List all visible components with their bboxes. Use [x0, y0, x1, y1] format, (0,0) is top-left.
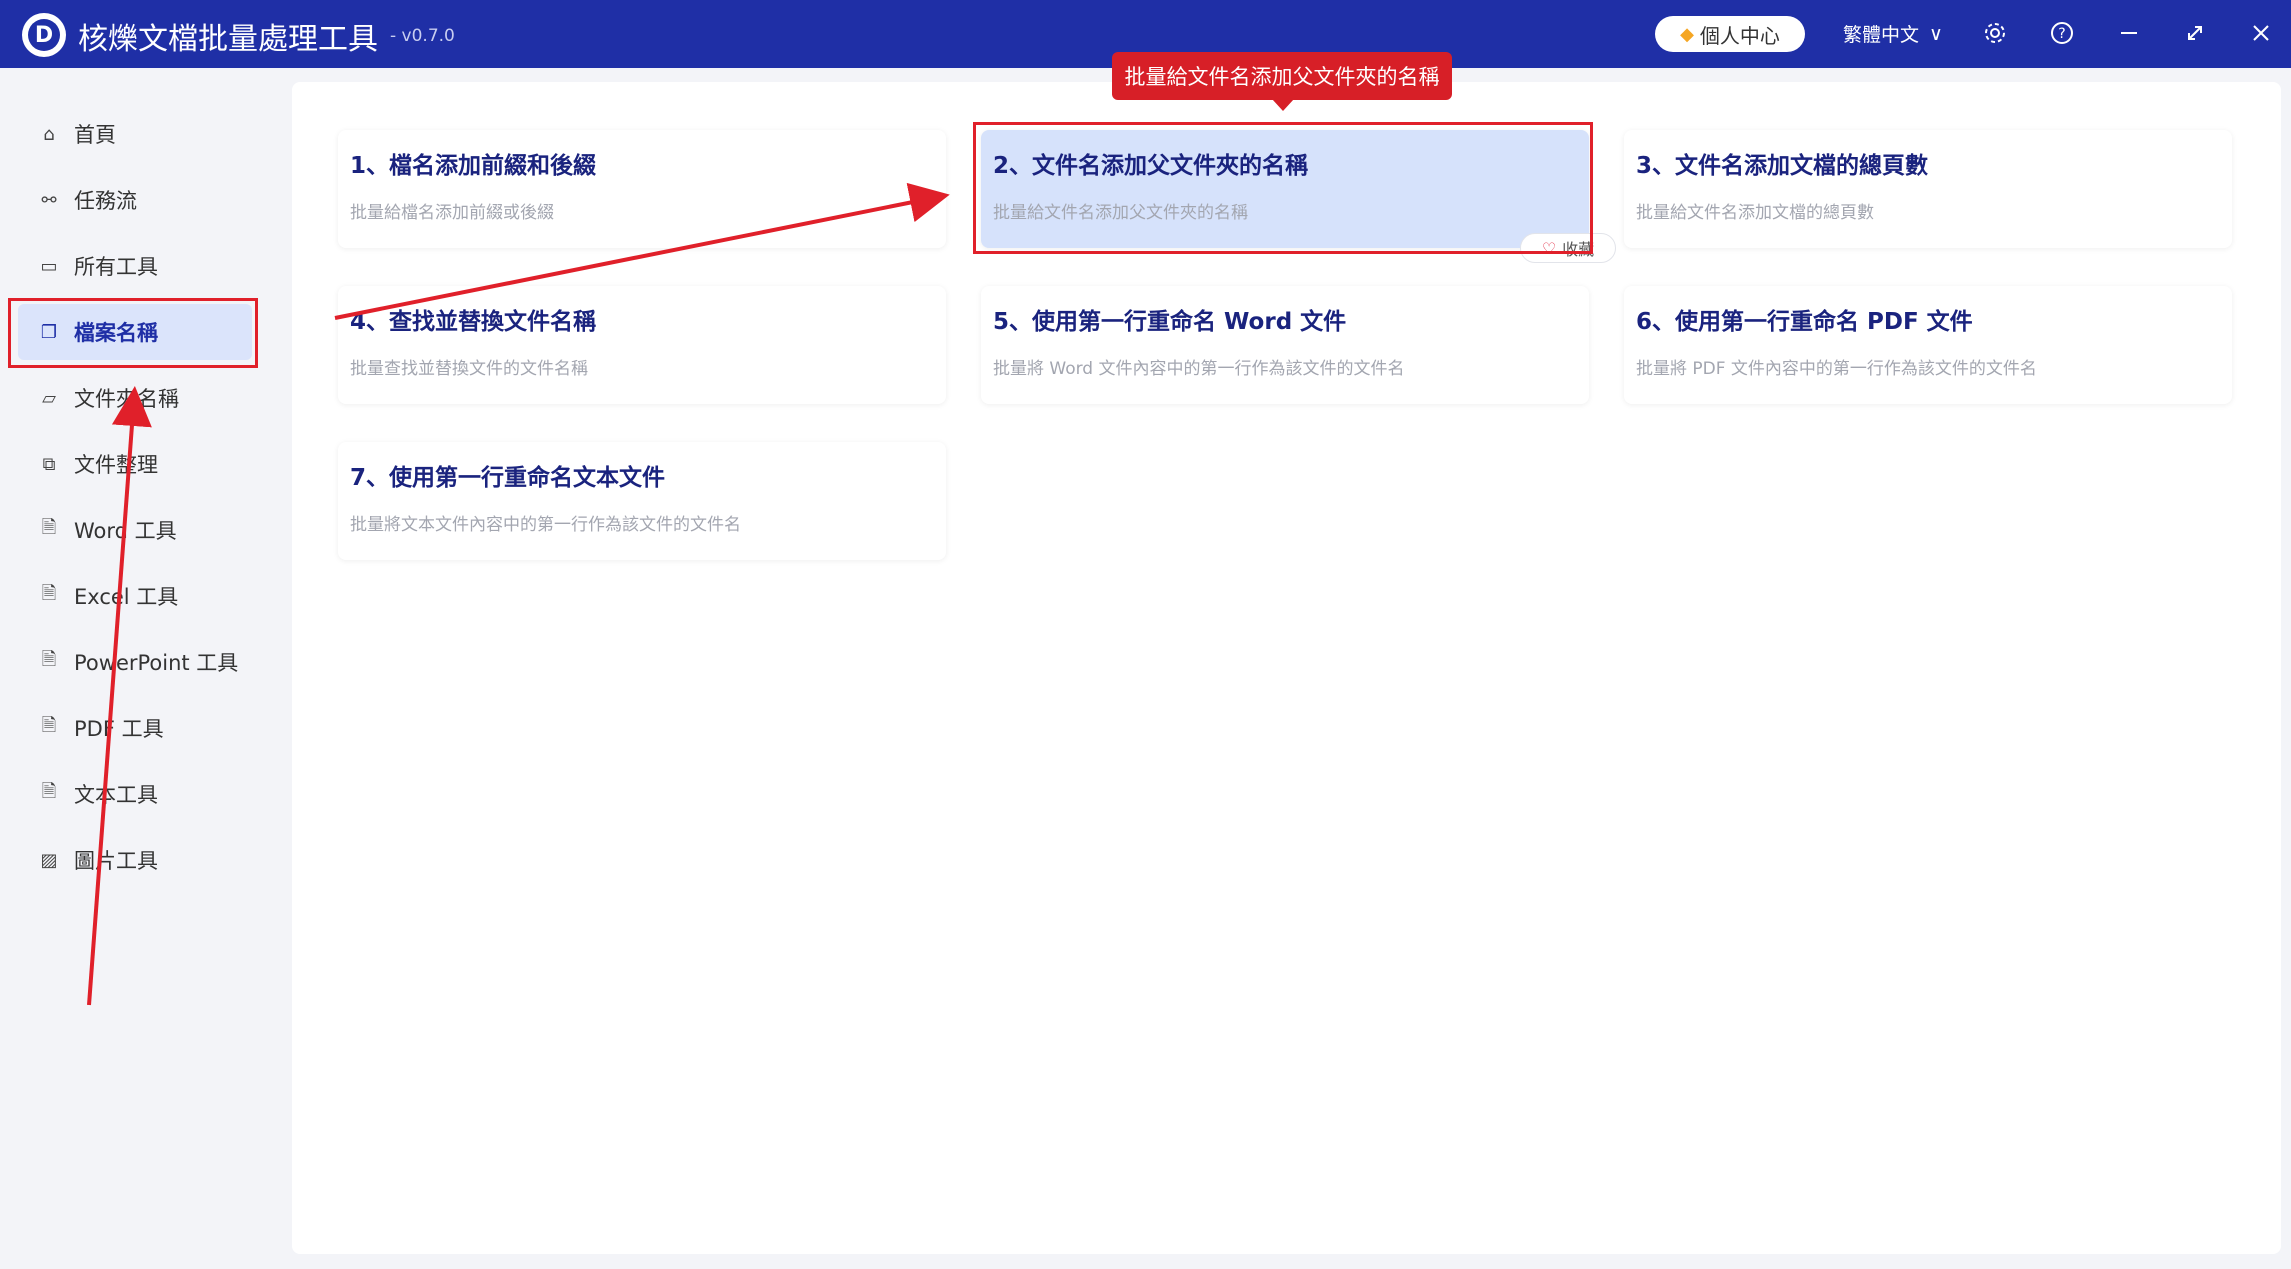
sidebar-item-label: Word 工具: [74, 519, 177, 543]
tooltip-tail: [1272, 99, 1294, 111]
tool-card-rename-text[interactable]: 7、使用第一行重命名文本文件 批量將文本文件內容中的第一行作為該文件的文件名: [338, 442, 946, 560]
language-label: 繁體中文: [1843, 24, 1920, 46]
tool-card-find-replace[interactable]: 4、查找並替換文件名稱 批量查找並替換文件的文件名稱: [338, 286, 946, 404]
card-title: 1、檔名添加前綴和後綴: [350, 153, 597, 179]
gear-icon[interactable]: [1980, 18, 2010, 48]
sidebar: ⌂ 首頁 ⚯ 任務流 ▭ 所有工具 ❐ 檔案名稱 ▱ 文件夾名稱 ⧉ 文件整理 …: [0, 68, 292, 1269]
sidebar-item-label: 圖片工具: [74, 849, 158, 873]
profile-center-label: 個人中心: [1699, 23, 1780, 48]
sidebar-item-label: 首頁: [74, 123, 116, 147]
minimize-icon[interactable]: [2114, 18, 2144, 48]
card-description: 批量將 Word 文件內容中的第一行作為該文件的文件名: [993, 359, 1405, 379]
sidebar-item-label: 文件整理: [74, 453, 158, 477]
card-description: 批量給文件名添加文檔的總頁數: [1636, 203, 1874, 223]
sidebar-item-file-organize[interactable]: ⧉ 文件整理: [18, 436, 252, 492]
tool-card-add-page-count[interactable]: 3、文件名添加文檔的總頁數 批量給文件名添加文檔的總頁數: [1624, 130, 2232, 248]
sidebar-item-excel-tools[interactable]: 🗎 Excel 工具: [18, 568, 252, 624]
tool-card-rename-word[interactable]: 5、使用第一行重命名 Word 文件 批量將 Word 文件內容中的第一行作為該…: [981, 286, 1589, 404]
sidebar-item-label: PowerPoint 工具: [74, 651, 239, 675]
text-icon: 🗎: [41, 781, 57, 802]
close-icon[interactable]: [2246, 18, 2276, 48]
card-title: 5、使用第一行重命名 Word 文件: [993, 309, 1347, 335]
sidebar-item-label: Excel 工具: [74, 585, 179, 609]
sidebar-item-label: 所有工具: [74, 255, 158, 279]
sidebar-item-home[interactable]: ⌂ 首頁: [18, 106, 252, 162]
folder-icon: ▱: [42, 387, 56, 409]
app-window: D 核爍文檔批量處理工具 - v0.7.0 ◆ 個人中心 繁體中文 ∨ ? ⌂ …: [0, 0, 2291, 1269]
maximize-icon[interactable]: [2180, 18, 2210, 48]
monitor-icon: ▭: [40, 255, 58, 277]
sidebar-item-powerpoint-tools[interactable]: 🗎 PowerPoint 工具: [18, 634, 252, 690]
sidebar-item-label: PDF 工具: [74, 717, 164, 741]
diamond-icon: ◆: [1680, 23, 1694, 45]
sidebar-item-word-tools[interactable]: 🗎 Word 工具: [18, 502, 252, 558]
word-icon: 🗎: [41, 517, 57, 538]
sidebar-item-folder-name[interactable]: ▱ 文件夾名稱: [18, 370, 252, 426]
excel-icon: 🗎: [41, 583, 57, 604]
card-description: 批量將文本文件內容中的第一行作為該文件的文件名: [350, 515, 741, 535]
card-title: 7、使用第一行重命名文本文件: [350, 465, 666, 491]
powerpoint-icon: 🗎: [41, 649, 57, 670]
app-version: - v0.7.0: [390, 26, 455, 46]
profile-center-button[interactable]: ◆ 個人中心: [1655, 16, 1805, 52]
sidebar-item-label: 任務流: [74, 189, 137, 213]
app-logo: D: [22, 13, 66, 57]
organize-icon: ⧉: [42, 453, 56, 475]
sidebar-item-image-tools[interactable]: ▨ 圖片工具: [18, 832, 252, 888]
card-title: 3、文件名添加文檔的總頁數: [1636, 153, 1929, 179]
svg-text:?: ?: [2058, 26, 2065, 42]
chevron-down-icon: ∨: [1929, 22, 1943, 45]
card-title: 6、使用第一行重命名 PDF 文件: [1636, 309, 1973, 335]
main-panel: [292, 82, 2281, 1254]
home-icon: ⌂: [43, 123, 55, 145]
card-description: 批量給檔名添加前綴或後綴: [350, 203, 554, 223]
sidebar-item-text-tools[interactable]: 🗎 文本工具: [18, 766, 252, 822]
annotation-highlight-sidebar: [8, 298, 258, 368]
card-title: 4、查找並替換文件名稱: [350, 309, 597, 335]
sidebar-item-pdf-tools[interactable]: 🗎 PDF 工具: [18, 700, 252, 756]
tool-card-add-prefix-suffix[interactable]: 1、檔名添加前綴和後綴 批量給檔名添加前綴或後綴: [338, 130, 946, 248]
logo-letter: D: [28, 19, 60, 51]
sidebar-item-label: 文件夾名稱: [74, 387, 179, 411]
tooltip: 批量給文件名添加父文件夾的名稱: [1112, 52, 1452, 100]
image-icon: ▨: [40, 849, 58, 871]
tool-card-rename-pdf[interactable]: 6、使用第一行重命名 PDF 文件 批量將 PDF 文件內容中的第一行作為該文件…: [1624, 286, 2232, 404]
annotation-highlight-card: [973, 122, 1593, 254]
pdf-icon: 🗎: [41, 715, 57, 736]
card-description: 批量查找並替換文件的文件名稱: [350, 359, 588, 379]
sidebar-item-workflow[interactable]: ⚯ 任務流: [18, 172, 252, 228]
sidebar-item-label: 文本工具: [74, 783, 158, 807]
card-description: 批量將 PDF 文件內容中的第一行作為該文件的文件名: [1636, 359, 2037, 379]
language-select[interactable]: 繁體中文 ∨: [1843, 20, 1943, 47]
sidebar-item-all-tools[interactable]: ▭ 所有工具: [18, 238, 252, 294]
workflow-icon: ⚯: [41, 189, 57, 211]
app-title: 核爍文檔批量處理工具: [78, 22, 378, 57]
help-icon[interactable]: ?: [2047, 18, 2077, 48]
